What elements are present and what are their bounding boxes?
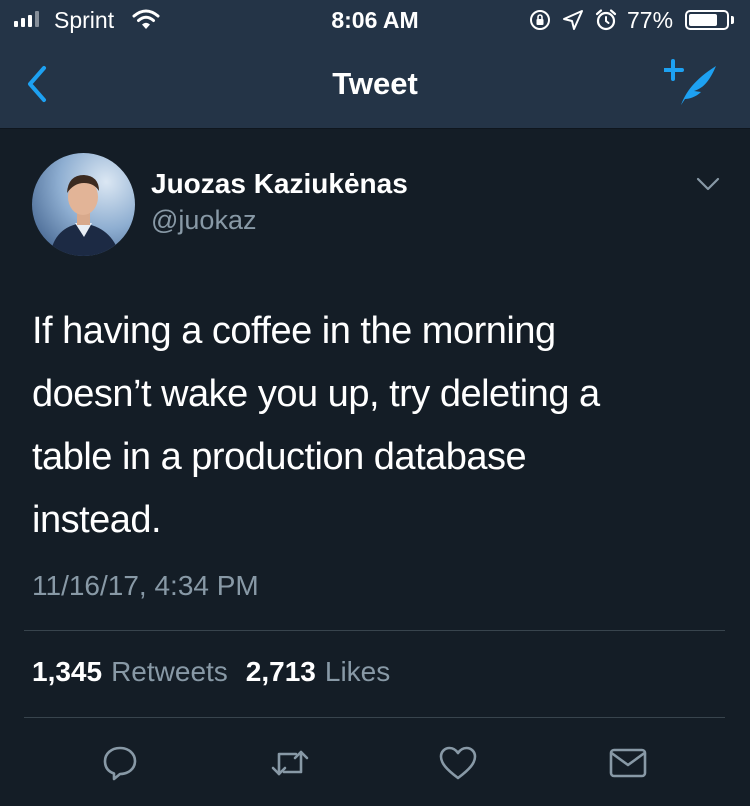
likes-label: Likes (324, 656, 391, 687)
tweet-line: table in a production database (32, 436, 527, 478)
battery-icon (685, 10, 729, 30)
avatar-portrait (50, 175, 120, 256)
retweet-icon (271, 750, 309, 776)
battery-level (689, 14, 717, 26)
tweet-line: If having a coffee in the morning (32, 310, 556, 352)
like-icon (439, 746, 477, 780)
author-handle[interactable]: @juokaz (151, 205, 256, 236)
divider (24, 717, 725, 718)
avatar[interactable] (32, 153, 135, 256)
reply-icon (103, 746, 137, 781)
tweet-text: If having a coffee in the morning doesn’… (32, 300, 722, 552)
battery-percent: 77% (627, 7, 674, 33)
retweet-button[interactable] (265, 738, 315, 788)
location-icon (563, 10, 583, 30)
direct-message-button[interactable] (603, 738, 653, 788)
tweet-timestamp: 11/16/17, 4:34 PM (32, 570, 259, 601)
alarm-icon (595, 9, 617, 31)
page-title: Tweet (332, 66, 418, 101)
divider (24, 630, 725, 631)
like-button[interactable] (433, 738, 483, 788)
tweet-stats: 1,345 Retweets 2,713 Likes (32, 656, 390, 688)
retweets-label: Retweets (111, 656, 228, 687)
likes-stat[interactable]: 2,713 Likes (246, 656, 390, 688)
compose-tweet-icon[interactable] (664, 58, 724, 110)
status-icons (528, 8, 618, 32)
battery-nub (731, 16, 734, 24)
tweet-line: doesn’t wake you up, try deleting a (32, 373, 600, 415)
reply-button[interactable] (95, 738, 145, 788)
rotation-lock-icon (530, 10, 550, 30)
author-name[interactable]: Juozas Kaziukėnas (151, 168, 408, 200)
tweet-line: instead. (32, 499, 162, 541)
direct-message-icon (609, 748, 647, 778)
chevron-down-icon[interactable] (694, 172, 722, 196)
likes-count: 2,713 (245, 656, 316, 687)
status-bar: Sprint 8:06 AM 77% (0, 0, 750, 40)
top-bar: Sprint 8:06 AM 77% Tweet (0, 0, 750, 129)
retweets-count: 1,345 (32, 656, 103, 687)
retweets-stat[interactable]: 1,345 Retweets (32, 656, 228, 688)
